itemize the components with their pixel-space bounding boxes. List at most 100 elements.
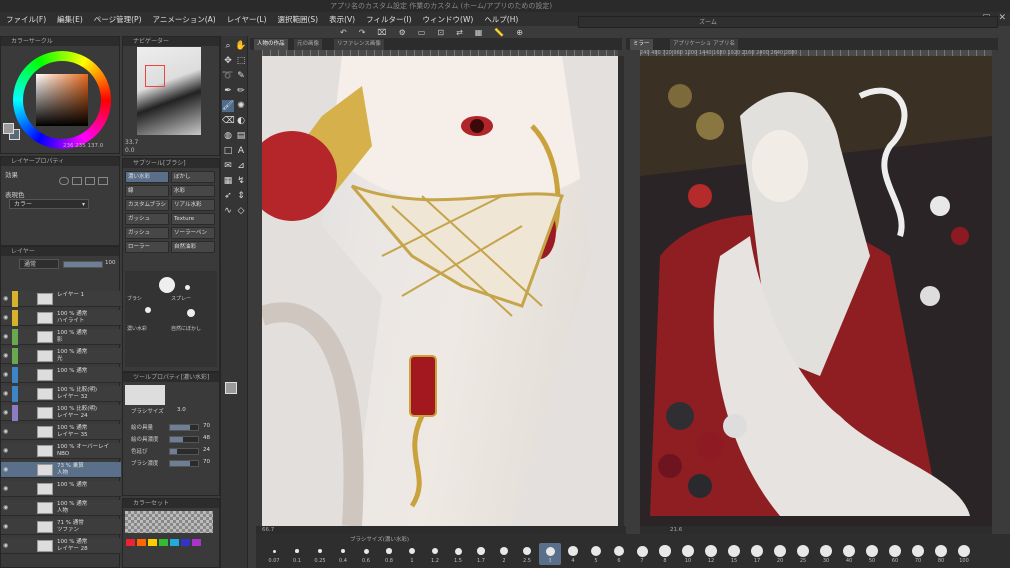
layer-row[interactable]: ◉ 73 % 乗算 人物 bbox=[1, 462, 121, 478]
color-swatch[interactable] bbox=[137, 539, 146, 546]
blend-mode-select[interactable]: 通常 bbox=[19, 259, 59, 269]
brush-item[interactable]: 濃い水彩 bbox=[125, 171, 169, 183]
canvas-closeup[interactable] bbox=[262, 56, 618, 526]
clear-icon[interactable]: ⌧ bbox=[377, 28, 386, 37]
brush-size-dot[interactable] bbox=[889, 545, 901, 557]
layer-row[interactable]: ◉ 100 % 通常 bbox=[1, 367, 121, 383]
brush-size-dot[interactable] bbox=[636, 545, 648, 557]
brush-tip-dot[interactable] bbox=[145, 307, 151, 313]
balloon-icon[interactable]: ✉ bbox=[222, 160, 234, 172]
redo-icon[interactable]: ↷ bbox=[359, 28, 366, 37]
pen-icon[interactable]: ✒ bbox=[222, 85, 234, 97]
brush-item[interactable]: Texture bbox=[171, 213, 215, 225]
toolbar-main-color[interactable] bbox=[225, 382, 237, 394]
shape-icon[interactable]: □ bbox=[222, 145, 234, 157]
canvas-tab[interactable]: 元の画像 bbox=[294, 39, 323, 50]
property-slider[interactable] bbox=[169, 424, 199, 431]
layer-row[interactable]: ◉ レイヤー 1 bbox=[1, 291, 121, 307]
brush-size-dot[interactable] bbox=[545, 546, 555, 556]
brush-item[interactable]: ガッシュ bbox=[125, 227, 169, 239]
brush-item[interactable]: 水彩 bbox=[171, 185, 215, 197]
color-swatch[interactable] bbox=[181, 539, 190, 546]
eye-icon[interactable]: ◉ bbox=[3, 333, 10, 340]
brush-size-dot[interactable] bbox=[295, 549, 299, 553]
close-icon[interactable]: ✕ bbox=[998, 13, 1006, 23]
eye-icon[interactable]: ◉ bbox=[3, 352, 10, 359]
brush-size-dot[interactable] bbox=[409, 548, 415, 554]
brush-size-dot[interactable] bbox=[820, 545, 832, 557]
border-effect-icon[interactable] bbox=[59, 177, 69, 185]
eye-icon[interactable]: ◉ bbox=[3, 504, 10, 511]
brush-size-dot[interactable] bbox=[659, 545, 671, 557]
main-color-swatch[interactable] bbox=[3, 123, 14, 134]
brush-size-dot[interactable] bbox=[774, 545, 786, 557]
menu-item[interactable]: アニメーション(A) bbox=[153, 14, 216, 25]
snap-icon[interactable]: ⊕ bbox=[516, 28, 523, 37]
brush-item[interactable]: ぼかし bbox=[171, 171, 215, 183]
undo-icon[interactable]: ↶ bbox=[340, 28, 347, 37]
canvas-scrollbar-left[interactable] bbox=[618, 56, 624, 526]
layer-row[interactable]: ◉ 100 % 通常 ハイライト bbox=[1, 310, 121, 326]
navigator-angle[interactable]: 0.0 bbox=[125, 147, 135, 154]
eye-icon[interactable]: ◉ bbox=[3, 314, 10, 321]
layer-row[interactable]: ◉ 100 % 比較(明) レイヤー 24 bbox=[1, 405, 121, 421]
color-swatch[interactable] bbox=[170, 539, 179, 546]
brush-item[interactable]: ガッシュ bbox=[125, 213, 169, 225]
operation-icon[interactable]: ➶ bbox=[222, 190, 234, 202]
hue-ring[interactable] bbox=[13, 51, 111, 149]
menu-item[interactable]: ウィンドウ(W) bbox=[423, 14, 474, 25]
pencil-icon[interactable]: ✏ bbox=[235, 85, 247, 97]
deselect-icon[interactable]: ⊡ bbox=[437, 28, 444, 37]
brush-size-dot[interactable] bbox=[705, 545, 717, 557]
tone-effect-icon[interactable] bbox=[72, 177, 82, 185]
eye-icon[interactable]: ◉ bbox=[3, 466, 10, 473]
grid-icon[interactable]: ▦ bbox=[475, 28, 483, 37]
brush-item[interactable]: リアル水彩 bbox=[171, 199, 215, 211]
layer-row[interactable]: ◉ 100 % 比較(明) レイヤー 32 bbox=[1, 386, 121, 402]
eye-icon[interactable]: ◉ bbox=[3, 295, 10, 302]
ruler-icon[interactable]: 📏 bbox=[494, 28, 504, 37]
settings-icon[interactable]: ⚙ bbox=[399, 28, 406, 37]
brush-size-dot[interactable] bbox=[500, 547, 508, 555]
layer-row[interactable]: ◉ 100 % 通常 レイヤー 35 bbox=[1, 424, 121, 440]
fill-icon[interactable]: ◍ bbox=[222, 130, 234, 142]
layer-row[interactable]: ◉ 100 % 通常影 bbox=[1, 329, 121, 345]
menu-item[interactable]: フィルター(I) bbox=[366, 14, 411, 25]
layer-row[interactable]: ◉ 71 % 通常 ツファン bbox=[1, 519, 121, 535]
brush-size-dot[interactable] bbox=[751, 545, 763, 557]
brush-size-dot[interactable] bbox=[935, 545, 947, 557]
brush-tip-dot[interactable] bbox=[159, 277, 175, 293]
brush-size-dot[interactable] bbox=[363, 548, 369, 554]
brush-size-dot[interactable] bbox=[386, 548, 392, 554]
select-all-icon[interactable]: ▭ bbox=[418, 28, 426, 37]
eye-icon[interactable]: ◉ bbox=[3, 523, 10, 530]
menu-item[interactable]: ページ管理(P) bbox=[94, 14, 142, 25]
airbrush-icon[interactable]: ✺ bbox=[235, 100, 247, 112]
frame-icon[interactable]: ▦ bbox=[222, 175, 234, 187]
brush-item[interactable]: ローラー bbox=[125, 241, 169, 253]
blend-icon[interactable]: ◐ bbox=[235, 115, 247, 127]
layer-row[interactable]: ◉ 100 % 通常 レイヤー 28 bbox=[1, 538, 121, 554]
menu-item[interactable]: ヘルプ(H) bbox=[484, 14, 518, 25]
brush-size-dot[interactable] bbox=[454, 547, 462, 555]
canvas-tab[interactable]: アプリ名 bbox=[710, 39, 739, 50]
eye-icon[interactable]: ◉ bbox=[3, 371, 10, 378]
property-slider[interactable] bbox=[169, 436, 199, 443]
move-icon[interactable]: ✥ bbox=[222, 55, 234, 67]
eye-icon[interactable]: ◉ bbox=[3, 390, 10, 397]
property-slider[interactable] bbox=[169, 448, 199, 455]
brush-size-dot[interactable] bbox=[568, 546, 578, 556]
brush-size-dot[interactable] bbox=[912, 545, 924, 557]
menu-item[interactable]: 編集(E) bbox=[57, 14, 83, 25]
figure-icon[interactable]: ◇ bbox=[235, 205, 247, 217]
opacity-slider[interactable] bbox=[63, 261, 103, 268]
brush-size-dot[interactable] bbox=[866, 545, 878, 557]
layer-color-icon[interactable] bbox=[85, 177, 95, 185]
brush-size-value[interactable]: 3.0 bbox=[177, 407, 186, 413]
brush-size-dot[interactable] bbox=[477, 547, 485, 555]
brush-item[interactable]: 線 bbox=[125, 185, 169, 197]
canvas-tab[interactable]: 人物の作品 bbox=[254, 39, 288, 50]
brush-size-dot[interactable] bbox=[272, 549, 276, 553]
brush-size-dot[interactable] bbox=[318, 549, 322, 553]
ruler-icon[interactable]: ⊿ bbox=[235, 160, 247, 172]
